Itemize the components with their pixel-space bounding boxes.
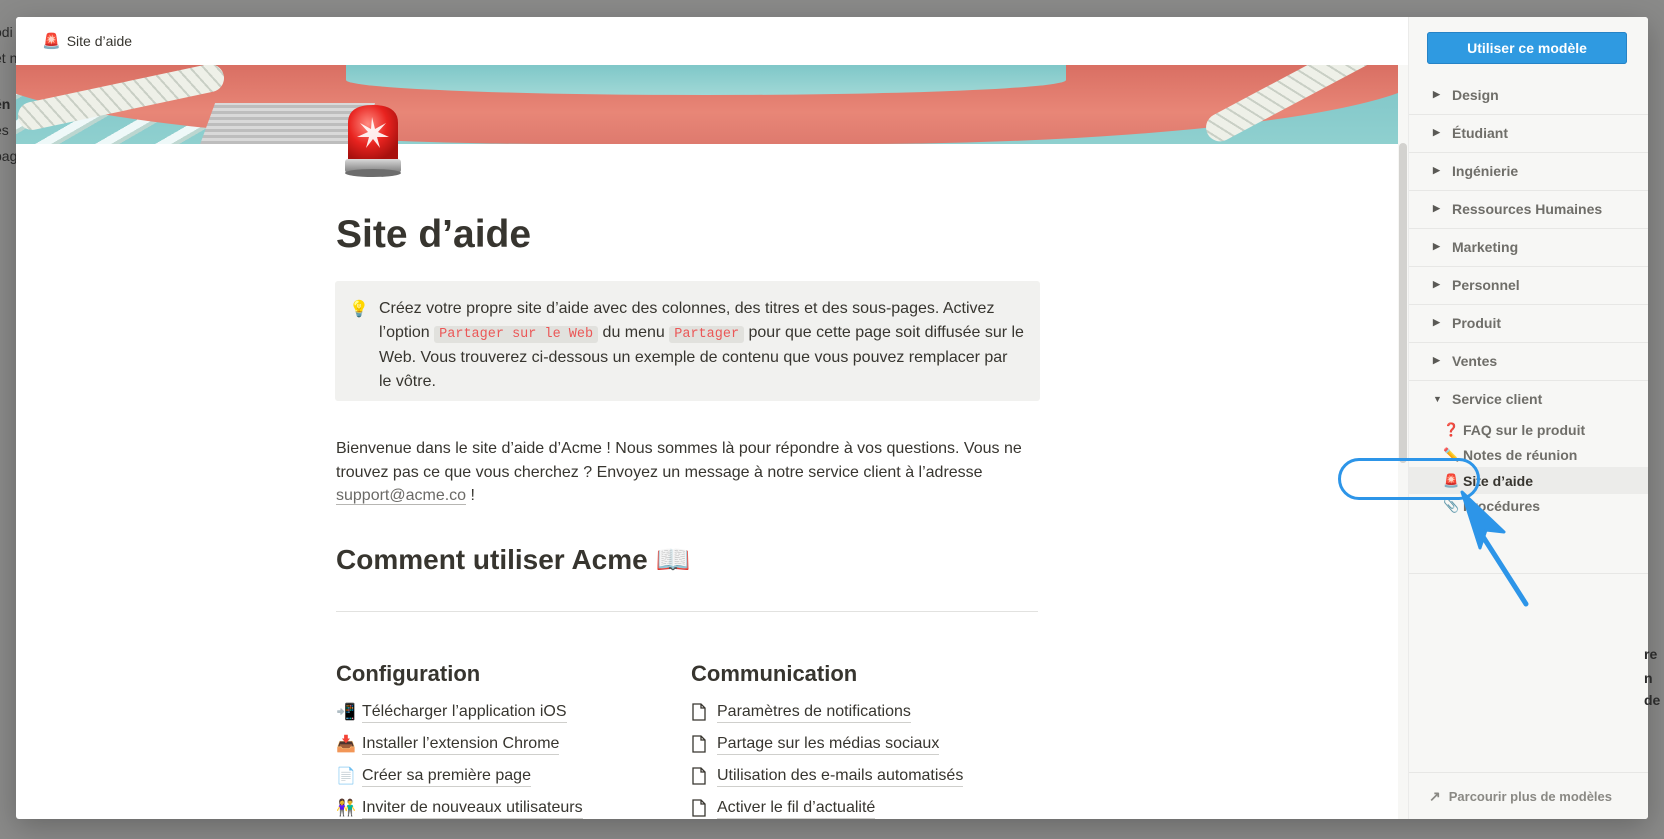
document-icon: 📄	[336, 768, 356, 785]
siren-icon: 🚨	[42, 33, 61, 50]
page-icon	[691, 799, 717, 817]
template-procedures[interactable]: 📎 Procédures	[1409, 492, 1648, 519]
intro-paragraph: Bienvenue dans le site d’aide d’Acme ! N…	[336, 440, 1022, 505]
mobile-arrow-icon: 📲	[336, 704, 356, 721]
list-item[interactable]: Activer le fil d’actualité	[691, 792, 1031, 819]
triangle-right-icon: ▶	[1433, 317, 1440, 327]
preview-scrollbar-thumb[interactable]	[1399, 143, 1407, 463]
preview-tab-title: Site d’aide	[66, 33, 133, 49]
support-email-link[interactable]: support@acme.co	[336, 487, 467, 505]
background-left-edge: odi et n én es pag	[0, 24, 16, 164]
paperclip-icon: 📎	[1443, 497, 1460, 513]
triangle-right-icon: ▶	[1433, 241, 1440, 251]
triangle-right-icon: ▶	[1433, 165, 1440, 175]
template-sidebar: Utiliser ce modèle ▶ Design ▶ Étudiant ▶ In…	[1408, 17, 1648, 819]
preview-topbar: 🚨 Site d’aide	[16, 17, 1408, 65]
page-icon	[691, 735, 717, 753]
triangle-right-icon: ▶	[1433, 279, 1440, 289]
category-personnel[interactable]: ▶ Personnel	[1409, 265, 1648, 305]
triangle-right-icon: ▶	[1433, 127, 1440, 137]
triangle-right-icon: ▶	[1433, 89, 1440, 99]
list-item[interactable]: 📄 Créer sa première page	[336, 760, 676, 792]
template-site-aide[interactable]: 🚨 Site d’aide	[1409, 467, 1648, 494]
callout-block: 💡 Créez votre propre site d’aide avec de…	[335, 281, 1040, 401]
lightbulb-icon: 💡	[349, 301, 369, 318]
list-item[interactable]: 👫 Inviter de nouveaux utilisateurs	[336, 792, 676, 819]
column-configuration: Configuration 📲 Télécharger l’application…	[336, 661, 676, 819]
column-heading: Communication	[691, 661, 858, 686]
column-communication: Communication Paramètres de notification…	[691, 661, 1031, 819]
list-item[interactable]: 📥 Installer l’extension Chrome	[336, 728, 676, 760]
category-ingenierie[interactable]: ▶ Ingénierie	[1409, 151, 1648, 191]
category-design[interactable]: ▶ Design	[1409, 75, 1648, 115]
inline-code: Partager sur le Web	[434, 325, 599, 343]
question-mark-icon: ❓	[1443, 421, 1460, 437]
page-icon	[691, 703, 717, 721]
browse-more-templates-link[interactable]: ↗ Parcourir plus de modèles	[1409, 772, 1648, 819]
category-produit[interactable]: ▶ Produit	[1409, 303, 1648, 343]
siren-icon[interactable]	[342, 101, 404, 179]
page-icon	[691, 767, 717, 785]
cover-image	[16, 65, 1398, 144]
list-item[interactable]: Partage sur les médias sociaux	[691, 728, 1031, 760]
background-right-edge: re n de	[1644, 646, 1661, 708]
divider	[1409, 573, 1648, 574]
triangle-down-icon: ▼	[1433, 394, 1442, 404]
people-icon: 👫	[336, 800, 356, 817]
arrow-up-right-icon: ↗	[1429, 787, 1441, 804]
list-item[interactable]: 📲 Télécharger l’application iOS	[336, 696, 676, 728]
triangle-right-icon: ▶	[1433, 203, 1440, 213]
column-heading: Configuration	[336, 661, 481, 686]
list-item[interactable]: Utilisation des e-mails automatisés	[691, 760, 1031, 792]
category-marketing[interactable]: ▶ Marketing	[1409, 227, 1648, 267]
category-ressources-humaines[interactable]: ▶ Ressources Humaines	[1409, 189, 1648, 229]
page-title: Site d’aide	[336, 213, 532, 256]
triangle-right-icon: ▶	[1433, 355, 1440, 365]
list-item[interactable]: Paramètres de notifications	[691, 696, 1031, 728]
category-ventes[interactable]: ▶ Ventes	[1409, 341, 1648, 381]
category-etudiant[interactable]: ▶ Étudiant	[1409, 113, 1648, 153]
pencil-icon: ✏️	[1443, 446, 1460, 462]
template-preview: 🚨 Site d’aide Site d’aide 💡 Créez votre …	[16, 17, 1408, 819]
inbox-tray-icon: 📥	[336, 736, 356, 753]
category-service-client[interactable]: ▼ Service client	[1409, 379, 1648, 419]
section-heading: Comment utiliser Acme 📖	[336, 544, 691, 575]
siren-icon: 🚨	[1443, 472, 1460, 488]
cover-water	[346, 65, 1066, 95]
inline-code: Partager	[669, 325, 745, 343]
template-modal: 🚨 Site d’aide Site d’aide 💡 Créez votre …	[16, 17, 1648, 819]
use-template-button[interactable]: Utiliser ce modèle	[1427, 32, 1627, 64]
divider	[336, 611, 1038, 612]
callout-text: Créez votre propre site d’aide avec des …	[379, 300, 1024, 390]
template-notes-reunion[interactable]: ✏️ Notes de réunion	[1409, 441, 1648, 468]
template-faq-produit[interactable]: ❓ FAQ sur le produit	[1409, 416, 1648, 443]
